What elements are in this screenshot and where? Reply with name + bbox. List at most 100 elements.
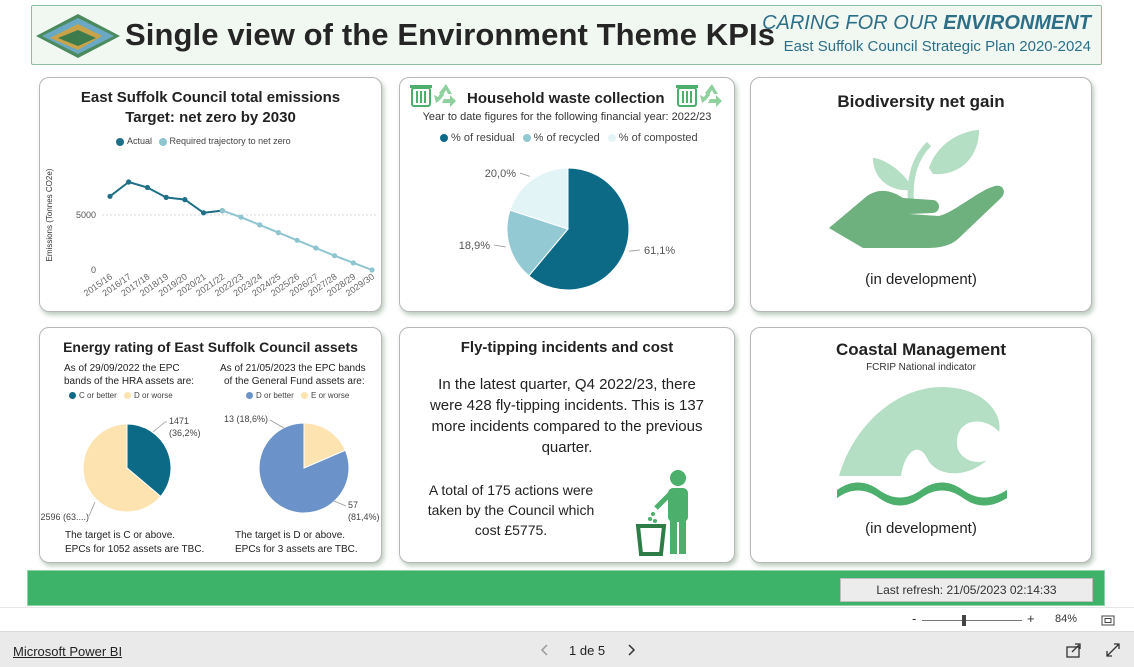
emissions-data-point bbox=[294, 237, 300, 243]
waste-leader-line bbox=[629, 249, 641, 252]
page-title: Single view of the Environment Theme KPI… bbox=[125, 17, 776, 52]
biodiversity-status: (in development) bbox=[865, 271, 977, 288]
legend-composted-dot bbox=[607, 134, 616, 143]
waste-card[interactable]: Household waste collection Year to date … bbox=[399, 77, 735, 312]
legend-residual: % of residual bbox=[451, 132, 515, 144]
zoom-slider-thumb[interactable] bbox=[962, 615, 966, 626]
waste-leader-line bbox=[519, 172, 530, 177]
gf-note-1: The target is D or above. bbox=[235, 530, 346, 541]
emissions-line-chart[interactable]: Emissions (Tonnes CO2e) 500002015/162016/… bbox=[40, 150, 381, 310]
hra-text-2: bands of the HRA assets are: bbox=[64, 376, 195, 387]
legend-hra-c: C or better bbox=[79, 391, 117, 400]
legend-recycled: % of recycled bbox=[533, 132, 600, 144]
caring-prefix: CARING FOR OUR bbox=[762, 12, 938, 34]
emissions-y-tick: 0 bbox=[91, 265, 96, 275]
gf-leader-line bbox=[269, 419, 285, 429]
zoom-bar: - + 84% bbox=[0, 607, 1134, 631]
waste-title: Household waste collection bbox=[467, 90, 665, 107]
hra-data-label: 2596 (63....) bbox=[40, 512, 89, 522]
emissions-data-point bbox=[257, 222, 263, 228]
legend-gf-d: D or better bbox=[256, 391, 294, 400]
zoom-out-button[interactable]: - bbox=[912, 611, 916, 626]
hand-plant-icon bbox=[829, 130, 1004, 248]
emissions-data-point bbox=[200, 210, 207, 216]
gf-data-label: 57 bbox=[348, 500, 358, 510]
hra-text-1: As of 29/09/2022 the EPC bbox=[64, 363, 180, 374]
flytipping-para1-line2: were 428 fly-tipping incidents. This is … bbox=[429, 397, 705, 414]
hra-data-label: 1471 bbox=[169, 416, 189, 426]
legend-residual-dot bbox=[440, 134, 448, 143]
flytipping-para2-line3: cost £5775. bbox=[474, 522, 548, 538]
emissions-title-line2: Target: net zero by 2030 bbox=[125, 109, 296, 126]
legend-gf-d-dot bbox=[246, 392, 253, 400]
last-refresh-label: Last refresh: 21/05/2023 02:14:33 bbox=[840, 578, 1093, 602]
fullscreen-icon[interactable] bbox=[1106, 643, 1120, 657]
legend-recycled-dot bbox=[522, 134, 531, 143]
emissions-data-point bbox=[238, 214, 244, 220]
flytipping-para2-line2: taken by the Council which bbox=[427, 502, 595, 518]
legend-gf-e-dot bbox=[301, 392, 309, 400]
emissions-card[interactable]: East Suffolk Council total emissions Tar… bbox=[39, 77, 382, 312]
waste-data-label: 61,1% bbox=[644, 245, 675, 257]
coastal-status: (in development) bbox=[865, 520, 977, 537]
legend-trajectory-dot bbox=[158, 137, 167, 146]
emissions-data-point bbox=[331, 253, 338, 259]
emissions-data-point bbox=[107, 193, 113, 199]
emissions-y-tick: 5000 bbox=[76, 210, 96, 220]
gf-leader-line bbox=[333, 500, 347, 507]
emissions-data-point bbox=[369, 267, 375, 273]
flytipping-para1-line1: In the latest quarter, Q4 2022/23, there bbox=[438, 376, 696, 393]
legend-composted: % of composted bbox=[618, 132, 698, 144]
biodiversity-card[interactable]: Biodiversity net gain (in development) bbox=[750, 77, 1092, 312]
chevron-left-icon[interactable] bbox=[540, 644, 550, 656]
waste-pie-chart[interactable]: 61,1% 18,9% 20,0% bbox=[400, 156, 734, 306]
emissions-data-point bbox=[144, 184, 151, 191]
hra-leader-line bbox=[88, 501, 96, 517]
strategic-plan-label: East Suffolk Council Strategic Plan 2020… bbox=[783, 38, 1091, 55]
biodiversity-title: Biodiversity net gain bbox=[837, 92, 1005, 111]
waste-leader-line bbox=[493, 244, 506, 248]
fit-page-icon[interactable] bbox=[1101, 615, 1115, 626]
chevron-right-icon[interactable] bbox=[626, 644, 636, 656]
zoom-slider-track[interactable] bbox=[922, 620, 1022, 621]
legend-hra-d: D or worse bbox=[134, 391, 173, 400]
gf-data-label: (81,4%) bbox=[348, 512, 380, 522]
powerbi-link[interactable]: Microsoft Power BI bbox=[13, 644, 122, 659]
coastal-subtitle: FCRIP National indicator bbox=[866, 362, 976, 373]
zoom-level: 84% bbox=[1055, 613, 1078, 625]
caring-highlight: ENVIRONMENT bbox=[943, 12, 1091, 34]
emissions-y-axis-label: Emissions (Tonnes CO2e) bbox=[45, 168, 54, 261]
hra-legend: C or better D or worse bbox=[69, 391, 173, 400]
coastal-title: Coastal Management bbox=[835, 340, 1007, 359]
legend-hra-d-dot bbox=[124, 392, 132, 400]
recycle-icon bbox=[700, 84, 722, 107]
hra-data-label: (36,2%) bbox=[169, 428, 201, 438]
gf-note-2: EPCs for 3 assets are TBC. bbox=[235, 544, 358, 555]
energy-pie-charts[interactable]: 1471 (36,2%) 2596 (63....) 13 (18,6%) 57 (81,… bbox=[40, 406, 381, 526]
emissions-data-point bbox=[313, 245, 319, 251]
gf-legend: D or better E or worse bbox=[246, 391, 349, 400]
legend-trajectory: Required trajectory to net zero bbox=[169, 136, 291, 146]
bin-icon bbox=[410, 85, 432, 107]
legend-hra-c-dot bbox=[69, 392, 76, 400]
emissions-data-point bbox=[219, 208, 225, 214]
energy-card[interactable]: Energy rating of East Suffolk Council as… bbox=[39, 327, 382, 563]
emissions-data-point bbox=[163, 194, 169, 200]
flytipping-card[interactable]: Fly-tipping incidents and cost In the la… bbox=[399, 327, 735, 563]
flytipping-para2-line1: A total of 175 actions were bbox=[428, 482, 594, 498]
waste-data-label: 20,0% bbox=[485, 168, 516, 180]
emissions-data-point bbox=[275, 230, 282, 236]
flytipping-para1-line3: more incidents compared to the previous bbox=[431, 418, 703, 435]
bin-icon bbox=[676, 85, 698, 107]
share-icon[interactable] bbox=[1066, 642, 1082, 658]
waste-data-label: 18,9% bbox=[459, 240, 490, 252]
waste-legend: % of residual % of recycled % of compost… bbox=[440, 132, 698, 144]
hra-note-1: The target is C or above. bbox=[65, 530, 176, 541]
emissions-data-point bbox=[182, 197, 188, 203]
hra-leader-line bbox=[152, 421, 167, 433]
coastal-card[interactable]: Coastal Management FCRIP National indica… bbox=[750, 327, 1092, 563]
emissions-legend: Actual Required trajectory to net zero bbox=[116, 136, 291, 146]
emissions-title-line1: East Suffolk Council total emissions bbox=[80, 89, 341, 106]
zoom-in-button[interactable]: + bbox=[1027, 611, 1035, 626]
wave-icon bbox=[837, 386, 1007, 506]
